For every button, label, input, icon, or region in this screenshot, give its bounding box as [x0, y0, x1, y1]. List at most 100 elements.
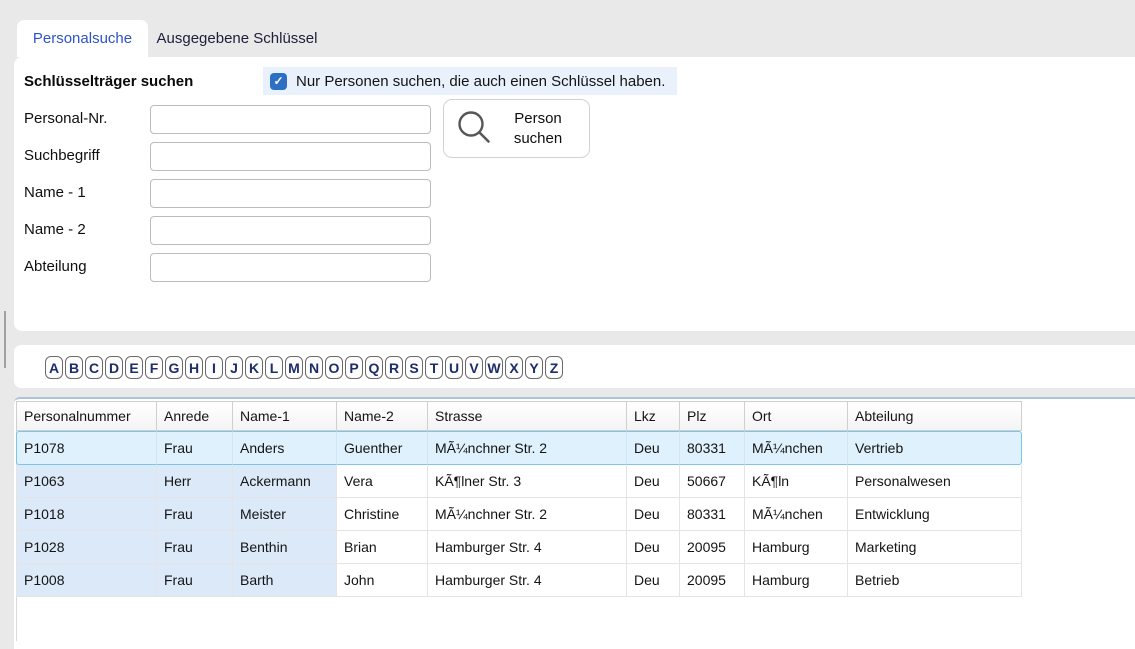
- column-header-name-1[interactable]: Name-1: [233, 401, 337, 431]
- cell: Ackermann: [233, 465, 337, 498]
- alphabet-button-s[interactable]: S: [405, 356, 423, 379]
- alphabet-button-c[interactable]: C: [85, 356, 103, 379]
- alphabet-button-a[interactable]: A: [45, 356, 63, 379]
- abteilung-label: Abteilung: [24, 258, 87, 275]
- personal-nr-input[interactable]: [150, 105, 431, 134]
- panel-splitter-handle[interactable]: [4, 311, 6, 368]
- cell: Vera: [337, 465, 428, 498]
- table-row[interactable]: P1028FrauBenthinBrianHamburger Str. 4Deu…: [16, 531, 1022, 564]
- alphabet-button-b[interactable]: B: [65, 356, 83, 379]
- cell: 20095: [680, 564, 745, 597]
- alphabet-button-g[interactable]: G: [165, 356, 183, 379]
- cell: Deu: [627, 564, 680, 597]
- cell: P1008: [16, 564, 157, 597]
- alphabet-button-h[interactable]: H: [185, 356, 203, 379]
- alphabet-button-i[interactable]: I: [205, 356, 223, 379]
- cell: Christine: [337, 498, 428, 531]
- cell: Hamburger Str. 4: [428, 564, 627, 597]
- alphabet-button-q[interactable]: Q: [365, 356, 383, 379]
- alphabet-button-o[interactable]: O: [325, 356, 343, 379]
- alphabet-button-e[interactable]: E: [125, 356, 143, 379]
- cell: Hamburg: [745, 564, 848, 597]
- name-2-input[interactable]: [150, 216, 431, 245]
- cell: Hamburg: [745, 531, 848, 564]
- cell: Deu: [627, 498, 680, 531]
- alphabet-button-y[interactable]: Y: [525, 356, 543, 379]
- cell: Hamburger Str. 4: [428, 531, 627, 564]
- cell: Frau: [157, 498, 233, 531]
- column-header-strasse[interactable]: Strasse: [428, 401, 627, 431]
- cell: MÃ¼nchen: [745, 431, 848, 465]
- person-suchen-button[interactable]: Person suchen: [443, 99, 590, 158]
- cell: Deu: [627, 531, 680, 564]
- name-1-input[interactable]: [150, 179, 431, 208]
- results-panel: PersonalnummerAnredeName-1Name-2StrasseL…: [14, 397, 1135, 649]
- column-header-lkz[interactable]: Lkz: [627, 401, 680, 431]
- cell: Benthin: [233, 531, 337, 564]
- alphabet-button-f[interactable]: F: [145, 356, 163, 379]
- column-header-personalnummer[interactable]: Personalnummer: [16, 401, 157, 431]
- suchbegriff-input[interactable]: [150, 142, 431, 171]
- cell: KÃ¶lner Str. 3: [428, 465, 627, 498]
- cell: John: [337, 564, 428, 597]
- cell: Deu: [627, 431, 680, 465]
- column-header-abteilung[interactable]: Abteilung: [848, 401, 1022, 431]
- personal-nr-label: Personal-Nr.: [24, 110, 107, 127]
- tab-personalsuche[interactable]: Personalsuche: [17, 20, 148, 57]
- alphabet-button-j[interactable]: J: [225, 356, 243, 379]
- tab-ausgegebene-schluessel[interactable]: Ausgegebene Schlüssel: [148, 20, 326, 57]
- table-header-row: PersonalnummerAnredeName-1Name-2StrasseL…: [16, 401, 1022, 431]
- alphabet-button-k[interactable]: K: [245, 356, 263, 379]
- person-suchen-label: Person suchen: [495, 109, 589, 149]
- alphabet-button-z[interactable]: Z: [545, 356, 563, 379]
- cell: Guenther: [337, 431, 428, 465]
- alphabet-button-l[interactable]: L: [265, 356, 283, 379]
- cell: P1063: [16, 465, 157, 498]
- cell: Brian: [337, 531, 428, 564]
- cell: Frau: [157, 531, 233, 564]
- cell: Marketing: [848, 531, 1022, 564]
- cell: MÃ¼nchner Str. 2: [428, 498, 627, 531]
- alphabet-button-x[interactable]: X: [505, 356, 523, 379]
- cell: Frau: [157, 564, 233, 597]
- key-filter-label: Nur Personen suchen, die auch einen Schl…: [296, 73, 665, 90]
- table-row[interactable]: P1078FrauAndersGuentherMÃ¼nchner Str. 2D…: [16, 431, 1022, 465]
- has-key-filter-checkbox[interactable]: ✓: [270, 73, 287, 90]
- search-panel: Schlüsselträger suchen ✓ Nur Personen su…: [14, 57, 1135, 331]
- column-header-anrede[interactable]: Anrede: [157, 401, 233, 431]
- cell: 80331: [680, 431, 745, 465]
- alphabet-button-d[interactable]: D: [105, 356, 123, 379]
- alphabet-button-w[interactable]: W: [485, 356, 503, 379]
- alphabet-panel: ABCDEFGHIJKLMNOPQRSTUVWXYZ: [14, 345, 1135, 388]
- name-2-label: Name - 2: [24, 221, 86, 238]
- table-row[interactable]: P1018FrauMeisterChristineMÃ¼nchner Str. …: [16, 498, 1022, 531]
- cell: 20095: [680, 531, 745, 564]
- name-1-label: Name - 1: [24, 184, 86, 201]
- alphabet-button-t[interactable]: T: [425, 356, 443, 379]
- cell: 80331: [680, 498, 745, 531]
- alphabet-row: ABCDEFGHIJKLMNOPQRSTUVWXYZ: [45, 356, 563, 379]
- cell: Meister: [233, 498, 337, 531]
- cell: MÃ¼nchner Str. 2: [428, 431, 627, 465]
- alphabet-button-p[interactable]: P: [345, 356, 363, 379]
- table-row[interactable]: P1063HerrAckermannVeraKÃ¶lner Str. 3Deu5…: [16, 465, 1022, 498]
- column-header-plz[interactable]: Plz: [680, 401, 745, 431]
- cell: Barth: [233, 564, 337, 597]
- table-row[interactable]: P1008FrauBarthJohnHamburger Str. 4Deu200…: [16, 564, 1022, 597]
- column-header-name-2[interactable]: Name-2: [337, 401, 428, 431]
- suchbegriff-label: Suchbegriff: [24, 147, 100, 164]
- cell: Betrieb: [848, 564, 1022, 597]
- cell: Personalwesen: [848, 465, 1022, 498]
- alphabet-button-r[interactable]: R: [385, 356, 403, 379]
- cell: 50667: [680, 465, 745, 498]
- abteilung-input[interactable]: [150, 253, 431, 282]
- cell: KÃ¶ln: [745, 465, 848, 498]
- alphabet-button-n[interactable]: N: [305, 356, 323, 379]
- cell: Anders: [233, 431, 337, 465]
- alphabet-button-v[interactable]: V: [465, 356, 483, 379]
- alphabet-button-u[interactable]: U: [445, 356, 463, 379]
- cell: P1018: [16, 498, 157, 531]
- alphabet-button-m[interactable]: M: [285, 356, 303, 379]
- column-header-ort[interactable]: Ort: [745, 401, 848, 431]
- cell: Entwicklung: [848, 498, 1022, 531]
